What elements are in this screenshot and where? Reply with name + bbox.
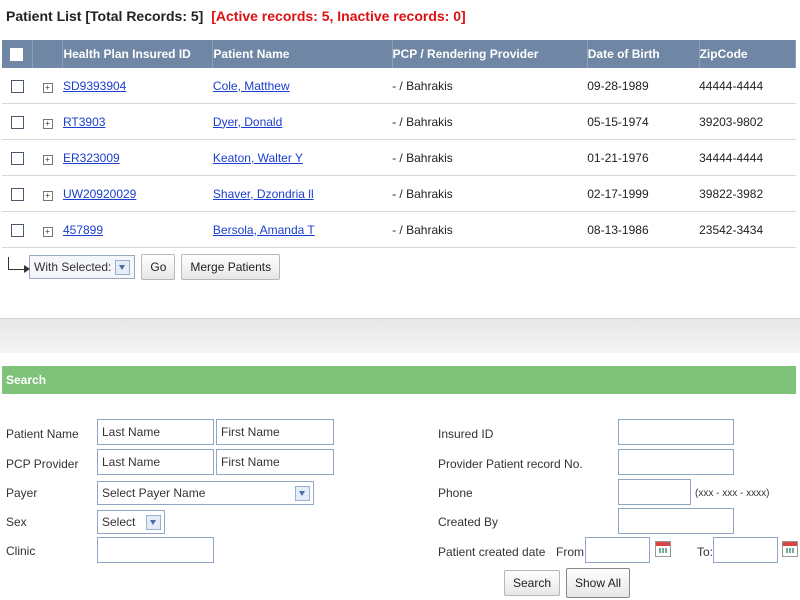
insured-id-link[interactable]: UW20920029 xyxy=(63,187,136,201)
chevron-down-icon xyxy=(115,259,131,275)
pcp-cell: - / Bahrakis xyxy=(392,103,588,140)
clinic-label: Clinic xyxy=(6,544,36,558)
insured-id-link[interactable]: 457899 xyxy=(63,223,103,237)
bulk-action-bar: With Selected: Go Merge Patients xyxy=(8,252,281,282)
dob-cell: 09-28-1989 xyxy=(587,68,700,104)
sex-select-value: Select xyxy=(102,515,136,529)
page-title: Patient List xyxy=(6,8,82,24)
phone-label: Phone xyxy=(438,486,473,500)
page-title-bar: Patient List [Total Records: 5] [Active … xyxy=(6,8,466,24)
patient-name-link[interactable]: Shaver, Dzondria ll xyxy=(213,187,314,201)
phone-input[interactable] xyxy=(618,479,691,505)
chevron-down-icon xyxy=(146,515,161,530)
pcp-cell: - / Bahrakis xyxy=(392,139,588,176)
to-date-input[interactable] xyxy=(713,537,778,563)
pcp-cell: - / Bahrakis xyxy=(392,211,588,248)
patient-name-link[interactable]: Dyer, Donald xyxy=(213,115,282,129)
pcp-first-name-input[interactable] xyxy=(216,449,334,475)
chevron-down-icon xyxy=(295,486,310,501)
row-checkbox[interactable] xyxy=(10,223,24,237)
to-label: To: xyxy=(697,545,714,559)
select-all-checkbox[interactable] xyxy=(10,48,24,62)
col-insured-id[interactable]: Health Plan Insured ID xyxy=(62,40,214,68)
pcp-cell: - / Bahrakis xyxy=(392,175,588,212)
patient-table: Health Plan Insured ID Patient Name PCP … xyxy=(2,40,797,248)
zip-cell: 44444-4444 xyxy=(699,68,796,104)
payer-label: Payer xyxy=(6,486,38,500)
insured-id-link[interactable]: RT3903 xyxy=(63,115,105,129)
expand-plus-icon[interactable]: + xyxy=(42,154,53,165)
insured-id-link[interactable]: SD9393904 xyxy=(63,79,126,93)
payer-select-value: Select Payer Name xyxy=(102,486,206,500)
calendar-icon[interactable] xyxy=(655,541,671,557)
from-date-input[interactable] xyxy=(585,537,650,563)
provider-record-input[interactable] xyxy=(618,449,734,475)
go-button[interactable]: Go xyxy=(141,254,176,280)
section-divider xyxy=(0,318,800,353)
merge-patients-button[interactable]: Merge Patients xyxy=(181,254,281,280)
col-date-of-birth[interactable]: Date of Birth xyxy=(587,40,700,68)
expand-plus-icon[interactable]: + xyxy=(42,190,53,201)
table-row: + 457899 Bersola, Amanda T - / Bahrakis … xyxy=(2,211,796,248)
patient-last-name-input[interactable] xyxy=(97,419,214,445)
patient-name-link[interactable]: Cole, Matthew xyxy=(213,79,290,93)
dob-cell: 08-13-1986 xyxy=(587,211,700,248)
expand-plus-icon[interactable]: + xyxy=(42,82,53,93)
expand-header xyxy=(32,40,64,68)
with-selected-label: With Selected: xyxy=(34,260,112,274)
patient-first-name-input[interactable] xyxy=(216,419,334,445)
row-checkbox[interactable] xyxy=(10,79,24,93)
provider-record-label: Provider Patient record No. xyxy=(438,457,583,471)
zip-cell: 39822-3982 xyxy=(699,175,796,212)
show-all-button[interactable]: Show All xyxy=(566,568,631,598)
zip-cell: 39203-9802 xyxy=(699,103,796,140)
from-label: From: xyxy=(556,545,588,559)
dob-cell: 05-15-1974 xyxy=(587,103,700,140)
table-row: + RT3903 Dyer, Donald - / Bahrakis 05-15… xyxy=(2,103,796,140)
clinic-input[interactable] xyxy=(97,537,214,563)
zip-cell: 23542-3434 xyxy=(699,211,796,248)
search-section-header: Search xyxy=(2,366,796,394)
created-by-input[interactable] xyxy=(618,508,734,534)
expand-plus-icon[interactable]: + xyxy=(42,226,53,237)
col-zipcode[interactable]: ZipCode xyxy=(699,40,797,68)
pcp-cell: - / Bahrakis xyxy=(392,68,588,104)
total-records: [Total Records: 5] xyxy=(85,8,204,24)
dob-cell: 02-17-1999 xyxy=(587,175,700,212)
col-pcp-provider[interactable]: PCP / Rendering Provider xyxy=(392,40,588,68)
patient-name-label: Patient Name xyxy=(6,427,79,441)
sex-label: Sex xyxy=(6,515,27,529)
insured-id-label: Insured ID xyxy=(438,427,494,441)
row-checkbox[interactable] xyxy=(10,151,24,165)
patient-name-link[interactable]: Bersola, Amanda T xyxy=(213,223,315,237)
row-checkbox[interactable] xyxy=(10,187,24,201)
zip-cell: 34444-4444 xyxy=(699,139,796,176)
calendar-icon[interactable] xyxy=(782,541,798,557)
patient-name-link[interactable]: Keaton, Walter Y xyxy=(213,151,303,165)
select-all-cell xyxy=(2,40,33,68)
dob-cell: 01-21-1976 xyxy=(587,139,700,176)
pcp-provider-label: PCP Provider xyxy=(6,457,79,471)
col-patient-name[interactable]: Patient Name xyxy=(212,40,393,68)
record-status: [Active records: 5, Inactive records: 0] xyxy=(211,8,466,24)
row-checkbox[interactable] xyxy=(10,115,24,129)
created-date-label: Patient created date xyxy=(438,545,546,559)
with-selected-dropdown[interactable]: With Selected: xyxy=(29,255,136,279)
table-header-row: Health Plan Insured ID Patient Name PCP … xyxy=(2,40,797,68)
corner-arrow-icon xyxy=(8,256,30,273)
insured-id-input[interactable] xyxy=(618,419,734,445)
insured-id-link[interactable]: ER323009 xyxy=(63,151,120,165)
search-button[interactable]: Search xyxy=(504,570,561,596)
table-row: + ER323009 Keaton, Walter Y - / Bahrakis… xyxy=(2,139,796,176)
sex-select[interactable]: Select xyxy=(97,510,165,534)
pcp-last-name-input[interactable] xyxy=(97,449,214,475)
table-row: + SD9393904 Cole, Matthew - / Bahrakis 0… xyxy=(2,68,796,104)
table-row: + UW20920029 Shaver, Dzondria ll - / Bah… xyxy=(2,175,796,212)
expand-plus-icon[interactable]: + xyxy=(42,118,53,129)
created-by-label: Created By xyxy=(438,515,499,529)
phone-format-hint: (xxx - xxx - xxxx) xyxy=(695,488,770,499)
payer-select[interactable]: Select Payer Name xyxy=(97,481,314,505)
